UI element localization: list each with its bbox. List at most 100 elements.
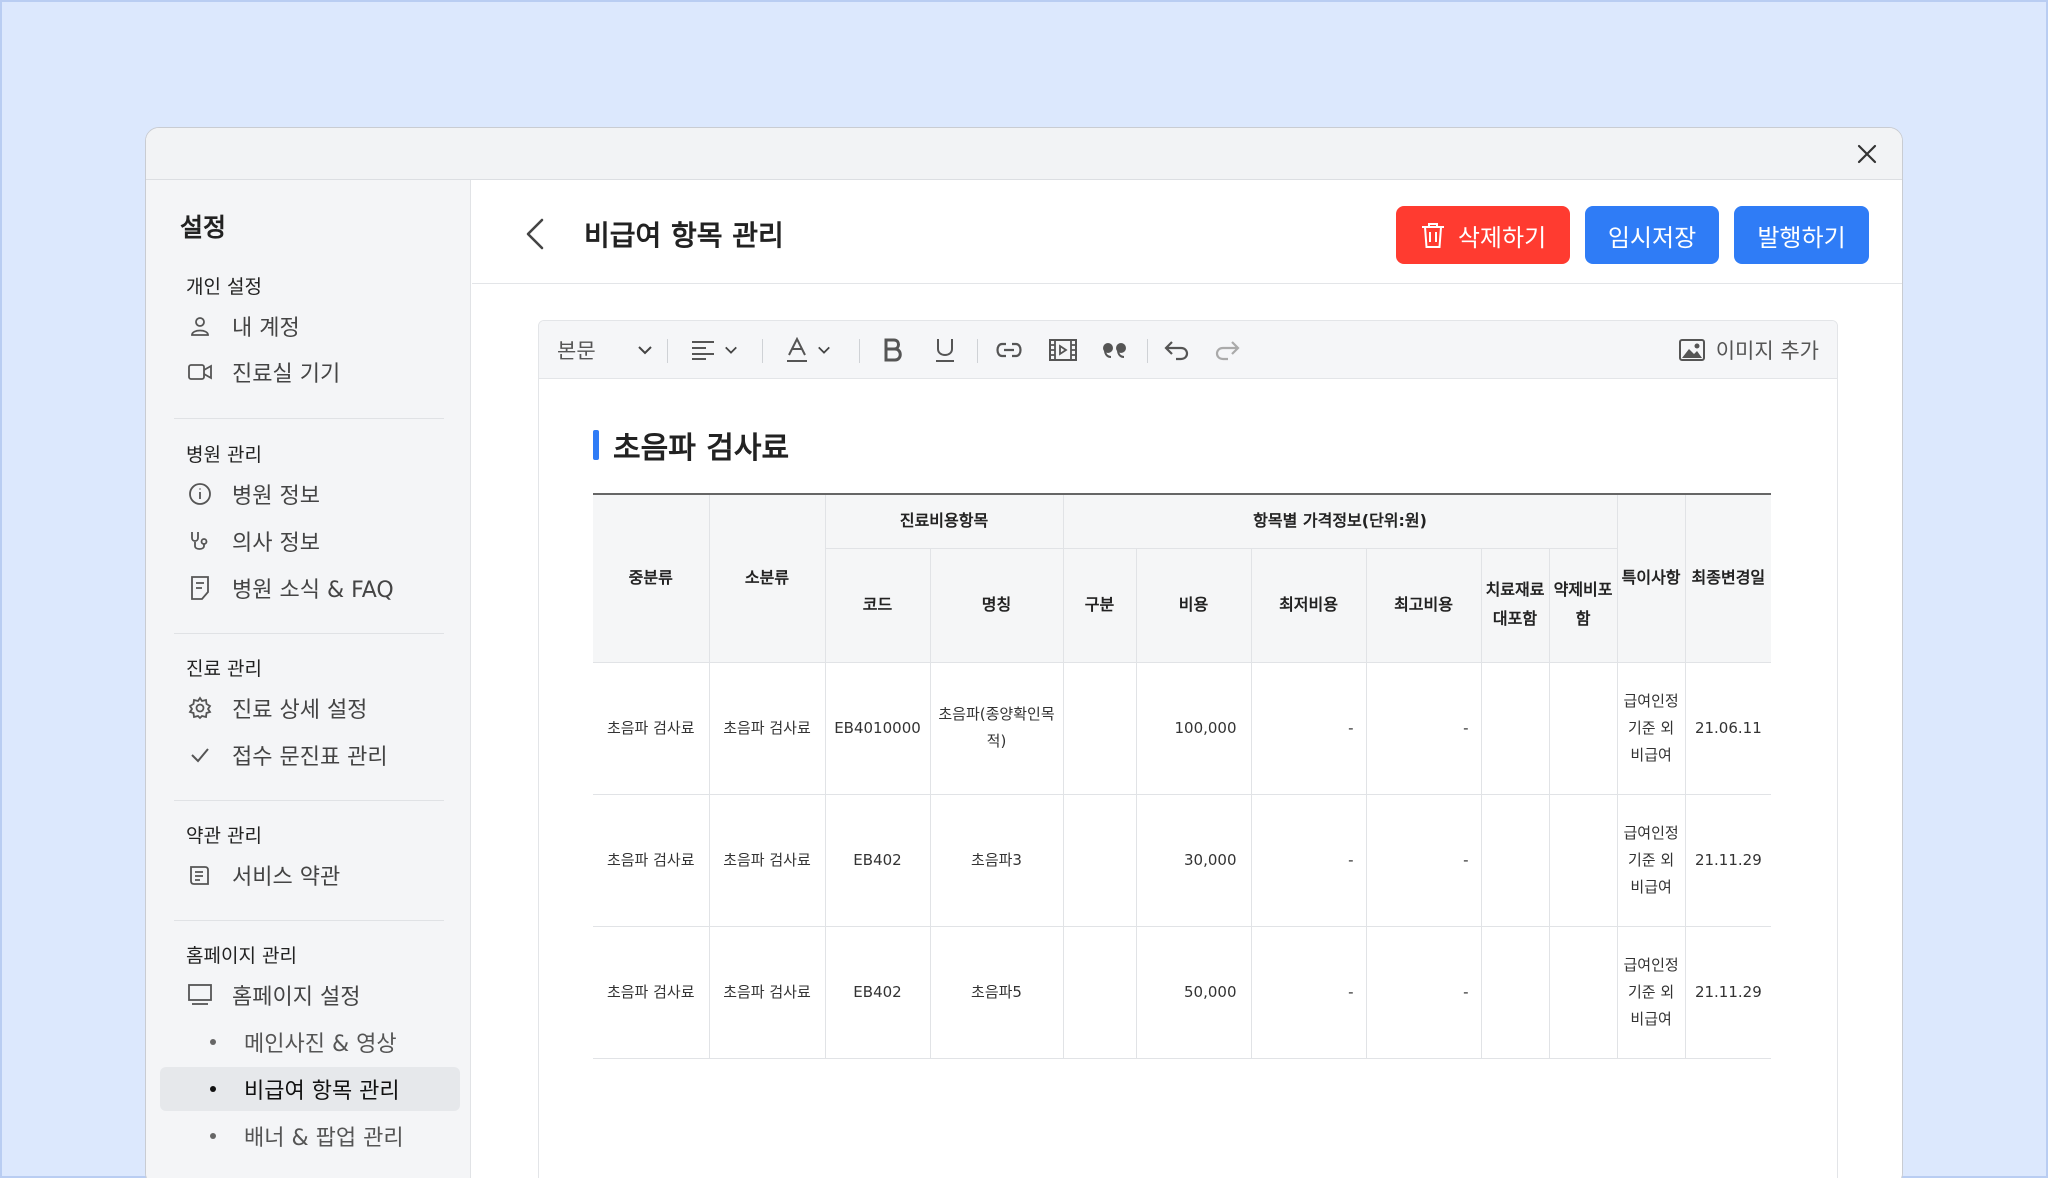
header-mid-category: 중분류 [593,493,710,663]
cell-mid: 초음파 검사료 [593,793,710,927]
sidebar-subitem-banner-popup[interactable]: 배너 & 팝업 관리 [160,1114,460,1158]
save-draft-button[interactable]: 임시저장 [1585,206,1719,264]
sidebar-item-hospital-info[interactable]: 병원 정보 [186,474,446,514]
video-button[interactable] [1039,321,1087,379]
toolbar-separator [859,339,860,363]
cell-updated: 21.11.29 [1684,925,1772,1059]
table-row[interactable]: 초음파 검사료 초음파 검사료 EB402 초음파3 30,000 - - 급여… [593,793,1772,927]
sidebar-subitem-label: 메인사진 & 영상 [244,1032,397,1057]
toolbar-separator [977,339,978,363]
section-title-terms: 약관 관리 [186,825,262,847]
align-button[interactable] [685,321,743,379]
document-icon [186,574,214,602]
paragraph-style-select[interactable]: 본문 [557,321,653,379]
info-icon [186,480,214,508]
add-image-button[interactable]: 이미지 추가 [1678,321,1819,379]
cell-cost: 30,000 [1135,793,1252,927]
header-cost: 비용 [1135,547,1252,663]
header-updated: 최종변경일 [1684,493,1772,663]
bold-icon [884,338,902,362]
underline-button[interactable] [925,321,965,379]
user-icon [186,312,214,340]
sidebar-item-label: 병원 정보 [232,484,320,509]
sidebar-item-label: 접수 문진표 관리 [232,745,388,770]
cell-code: EB4010000 [824,661,931,795]
back-button[interactable] [522,216,548,252]
sidebar-item-label: 병원 소식 & FAQ [232,578,394,603]
delete-button[interactable]: 삭제하기 [1396,206,1570,264]
sidebar-item-my-account[interactable]: 내 계정 [186,306,446,346]
cell-cost: 50,000 [1135,925,1252,1059]
chevron-down-icon [818,346,830,354]
cell-max: - [1365,925,1482,1059]
delete-button-label: 삭제하기 [1457,223,1547,252]
sidebar-item-label: 의사 정보 [232,531,320,556]
sidebar-subitem-non-covered[interactable]: 비급여 항목 관리 [160,1067,460,1111]
sidebar-item-label: 서비스 약관 [232,865,341,890]
sidebar-item-news-faq[interactable]: 병원 소식 & FAQ [186,568,446,608]
link-button[interactable] [985,321,1033,379]
sidebar-subitem-main-photo[interactable]: 메인사진 & 영상 [160,1020,460,1064]
cell-min: - [1250,925,1367,1059]
cell-min: - [1250,793,1367,927]
sidebar-subitem-label: 비급여 항목 관리 [244,1079,400,1104]
cell-cost: 100,000 [1135,661,1252,795]
sidebar-item-label: 내 계정 [232,316,300,341]
table-row[interactable]: 초음파 검사료 초음파 검사료 EB4010000 초음파(종양확인목적) 10… [593,661,1772,795]
fee-table[interactable]: 중분류 소분류 진료비용항목 항목별 가격정보(단위:원) 특이사항 최종변경일… [593,493,1772,1059]
cell-updated: 21.06.11 [1684,661,1772,795]
table-row[interactable]: 초음파 검사료 초음파 검사료 EB402 초음파5 50,000 - - 급여… [593,925,1772,1059]
cell-mid: 초음파 검사료 [593,661,710,795]
section-title-treatment: 진료 관리 [186,658,262,680]
cell-type [1062,793,1137,927]
settings-sidebar: 설정 개인 설정 내 계정 진료실 기기 병원 관리 병원 정보 의사 정보 병… [146,180,471,1178]
check-icon [186,741,214,769]
sidebar-divider [174,800,444,801]
quote-button[interactable] [1091,321,1139,379]
sidebar-item-homepage-settings[interactable]: 홈페이지 설정 [186,975,446,1015]
undo-button[interactable] [1157,321,1197,379]
document-heading[interactable]: 초음파 검사료 [593,423,789,467]
redo-button[interactable] [1207,321,1247,379]
save-draft-button-label: 임시저장 [1607,223,1697,252]
sidebar-divider [174,633,444,634]
quote-icon [1103,343,1126,358]
font-color-button[interactable] [779,321,837,379]
bullet [210,1039,216,1045]
cell-sub: 초음파 검사료 [708,793,826,927]
sidebar-item-doctor-info[interactable]: 의사 정보 [186,521,446,561]
add-image-label: 이미지 추가 [1715,339,1819,363]
cell-max: - [1365,793,1482,927]
header-type: 구분 [1062,547,1137,663]
sidebar-title: 설정 [180,213,227,242]
publish-button[interactable]: 발행하기 [1734,206,1869,264]
chevron-left-icon [526,218,544,250]
sidebar-item-questionnaire[interactable]: 접수 문진표 관리 [186,735,446,775]
cell-sub: 초음파 검사료 [708,661,826,795]
toolbar-separator [762,339,763,363]
cell-min: - [1250,661,1367,795]
header-sub-category: 소분류 [708,493,826,663]
sidebar-item-treatment-detail[interactable]: 진료 상세 설정 [186,688,446,728]
header-name: 명칭 [929,547,1064,663]
sidebar-item-clinic-devices[interactable]: 진료실 기기 [186,352,446,392]
cell-name: 초음파(종양확인목적) [929,661,1064,795]
cell-note: 급여인정 기준 외 비급여 [1616,793,1686,927]
bold-button[interactable] [873,321,913,379]
cell-drug [1548,925,1618,1059]
paragraph-style-value: 본문 [557,339,596,363]
chevron-down-icon [638,346,652,355]
sidebar-divider [174,920,444,921]
bullet [210,1086,216,1092]
sidebar-item-service-terms[interactable]: 서비스 약관 [186,855,446,895]
rich-text-editor: 본문 이미지 추가 초음파 검사료 중분류 소분류 진료비용항목 항목별 가격정… [538,320,1838,1178]
cell-material [1480,793,1550,927]
cell-name: 초음파3 [929,793,1064,927]
close-window-button[interactable] [1854,141,1880,167]
cell-type [1062,661,1137,795]
stethoscope-icon [186,527,214,555]
settings-window: 설정 개인 설정 내 계정 진료실 기기 병원 관리 병원 정보 의사 정보 병… [145,127,1903,1178]
cell-code: EB402 [824,925,931,1059]
toolbar-separator [1147,339,1148,363]
monitor-icon [186,981,214,1009]
